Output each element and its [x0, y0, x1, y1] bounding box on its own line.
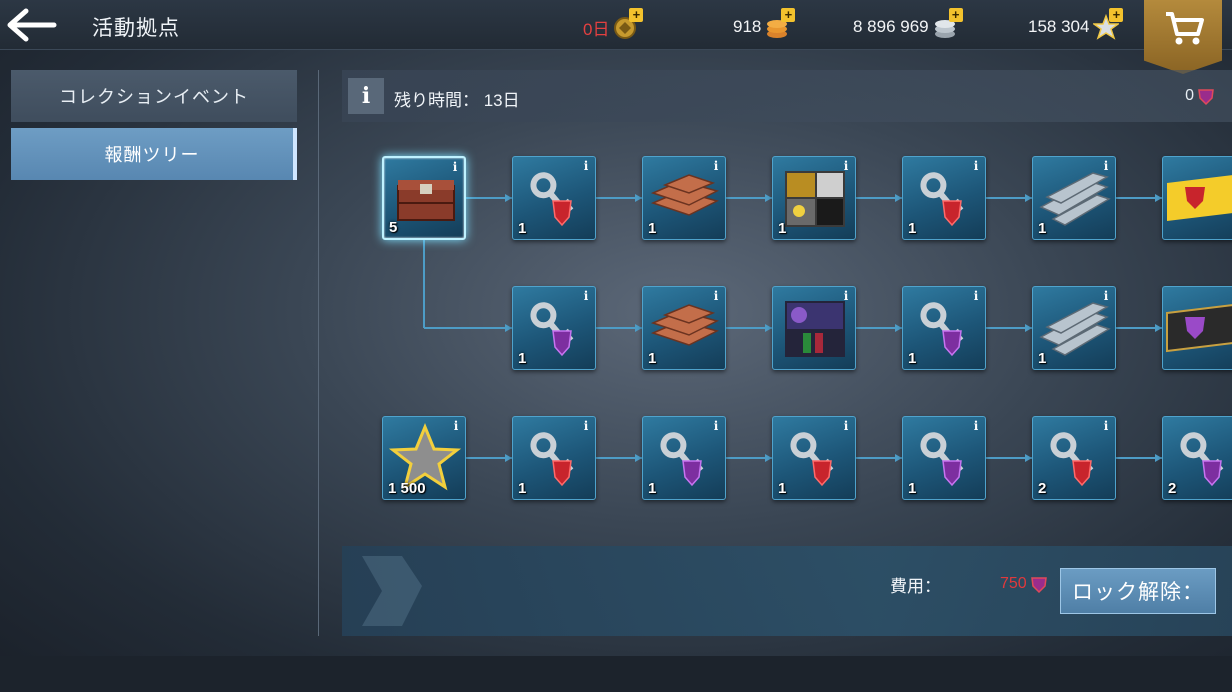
bottom-panel: 費用： 750 ロック解除：: [342, 546, 1232, 636]
sidebar-divider: [318, 70, 319, 636]
info-icon[interactable]: i: [840, 419, 852, 433]
reward-node-steel-beams[interactable]: i1: [1032, 156, 1116, 240]
info-button[interactable]: i: [348, 78, 384, 114]
info-icon[interactable]: i: [840, 159, 852, 173]
reward-node-key-decepticon[interactable]: i1: [642, 416, 726, 500]
cost-value: 750: [1000, 574, 1049, 594]
footer-band: [0, 656, 1232, 692]
reward-node-key-autobot[interactable]: i2: [1032, 416, 1116, 500]
reward-quantity: 1: [908, 350, 917, 367]
reward-node-copper-ingots[interactable]: i1: [642, 286, 726, 370]
info-icon[interactable]: i: [710, 419, 722, 433]
reward-node-key-decepticon[interactable]: i1: [902, 286, 986, 370]
info-icon[interactable]: i: [970, 419, 982, 433]
faction-watermark-icon: [362, 556, 422, 626]
reward-quantity: 1: [1038, 220, 1047, 237]
reward-node-crate[interactable]: i5: [382, 156, 466, 240]
info-icon[interactable]: i: [970, 289, 982, 303]
stars-value: 158 304: [1028, 17, 1090, 36]
days-value: 0日: [583, 19, 610, 39]
gold-value: 918: [733, 17, 762, 36]
info-icon[interactable]: i: [580, 159, 592, 173]
reward-quantity: 1: [648, 480, 657, 497]
reward-node-key-decepticon[interactable]: i1: [512, 286, 596, 370]
remaining-time: 残り時間： 13日: [394, 91, 520, 110]
info-icon[interactable]: i: [840, 289, 852, 303]
info-icon[interactable]: i: [1100, 289, 1112, 303]
cart-icon: [1166, 12, 1204, 45]
star-icon: +: [1092, 8, 1124, 40]
reward-quantity: 1: [778, 220, 787, 237]
top-bar: 活動拠点 0日 + 918 + 8 896 969 + 158 304 +: [0, 0, 1232, 74]
info-icon[interactable]: i: [450, 419, 462, 433]
reward-quantity: 1: [778, 480, 787, 497]
tab-reward-tree[interactable]: 報酬ツリー: [11, 128, 297, 180]
reward-quantity: 1: [908, 220, 917, 237]
page-title: 活動拠点: [92, 17, 180, 40]
token-count: 0: [1185, 86, 1216, 106]
info-icon[interactable]: i: [1100, 419, 1112, 433]
reward-quantity: 1: [648, 220, 657, 237]
unlock-button[interactable]: ロック解除：: [1060, 568, 1216, 614]
sidebar: コレクションイベント 報酬ツリー: [11, 70, 297, 186]
reward-node-card-pack[interactable]: i1: [772, 156, 856, 240]
medal-icon: +: [613, 8, 644, 40]
info-icon[interactable]: i: [580, 289, 592, 303]
reward-node-key-autobot[interactable]: i1: [772, 416, 856, 500]
resource-silver[interactable]: 8 896 969 +: [853, 8, 963, 40]
reward-node-key-autobot[interactable]: i1: [902, 156, 986, 240]
reward-quantity: 1: [518, 220, 527, 237]
silver-coins-icon: +: [933, 8, 963, 40]
token-count-value: 0: [1185, 87, 1194, 104]
reward-quantity: 5: [389, 219, 398, 236]
reward-node-key-decepticon[interactable]: i2: [1162, 416, 1232, 500]
shop-button[interactable]: [1144, 0, 1222, 74]
tab-collection-event[interactable]: コレクションイベント: [11, 70, 297, 122]
event-token-icon: [1198, 89, 1214, 106]
reward-quantity: 1: [518, 480, 527, 497]
cost-amount: 750: [1000, 575, 1027, 592]
info-icon[interactable]: i: [580, 419, 592, 433]
cost-label: 費用：: [890, 577, 941, 596]
reward-node-decepticon-banner[interactable]: i: [1162, 286, 1232, 370]
resource-gold[interactable]: 918 +: [733, 8, 796, 40]
resource-stars[interactable]: 158 304 +: [1028, 8, 1124, 40]
back-arrow-icon: [7, 8, 57, 42]
reward-quantity: 2: [1038, 480, 1047, 497]
reward-quantity: 1: [908, 480, 917, 497]
decepticon-banner-icon: [1166, 304, 1232, 353]
reward-quantity: 1: [648, 350, 657, 367]
reward-node-star[interactable]: i 1 500: [382, 416, 466, 500]
info-icon[interactable]: i: [449, 160, 461, 174]
coins-icon: +: [765, 8, 796, 40]
reward-node-autobot-banner[interactable]: i: [1162, 156, 1232, 240]
info-icon[interactable]: i: [710, 159, 722, 173]
silver-value: 8 896 969: [853, 17, 929, 36]
info-icon[interactable]: i: [970, 159, 982, 173]
reward-quantity: 1 500: [388, 480, 426, 497]
reward-node-copper-ingots[interactable]: i1: [642, 156, 726, 240]
reward-node-key-autobot[interactable]: i1: [512, 156, 596, 240]
reward-quantity: 2: [1168, 480, 1177, 497]
autobot-banner-icon: [1167, 175, 1232, 221]
reward-quantity: 1: [1038, 350, 1047, 367]
reward-node-key-autobot[interactable]: i1: [512, 416, 596, 500]
reward-node-card-pack-dark[interactable]: i: [772, 286, 856, 370]
resource-days[interactable]: 0日 +: [583, 8, 644, 40]
info-icon[interactable]: i: [1100, 159, 1112, 173]
info-icon[interactable]: i: [710, 289, 722, 303]
reward-node-key-decepticon[interactable]: i1: [902, 416, 986, 500]
reward-quantity: 1: [518, 350, 527, 367]
info-bar: i 残り時間： 13日 0: [342, 70, 1232, 122]
event-token-icon: [1030, 577, 1047, 594]
reward-node-steel-beams[interactable]: i1: [1032, 286, 1116, 370]
back-arrow-button[interactable]: [6, 6, 58, 44]
